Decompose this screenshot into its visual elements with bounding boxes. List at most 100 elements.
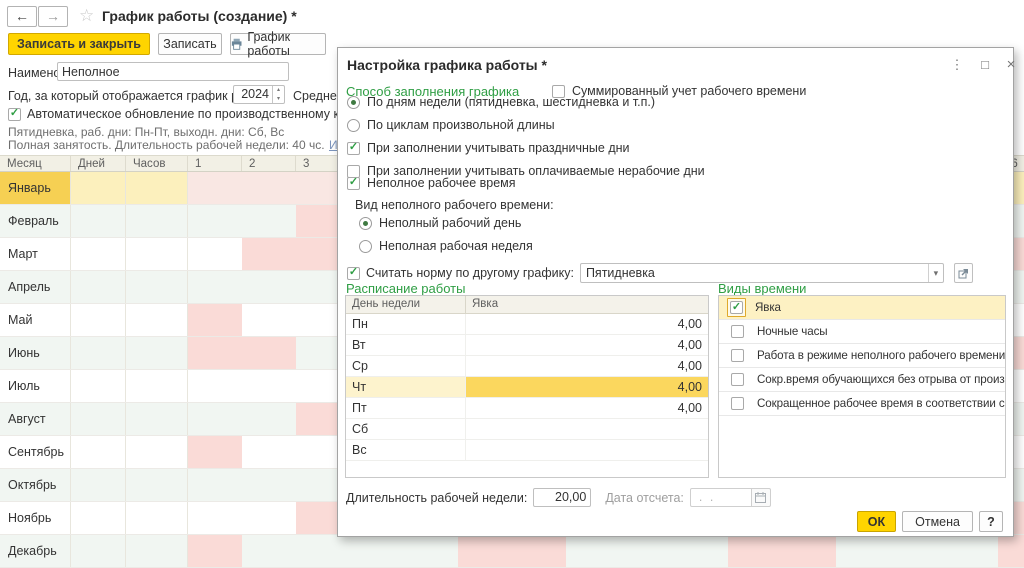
- schedule-day-cell[interactable]: Вт: [346, 335, 466, 355]
- schedule-day-cell[interactable]: Ср: [346, 356, 466, 376]
- name-input[interactable]: [57, 62, 289, 81]
- save-and-close-button[interactable]: Записать и закрыть: [8, 33, 150, 55]
- schedule-day-row[interactable]: Пт4,00: [346, 398, 708, 419]
- calendar-day-cell[interactable]: [242, 271, 296, 303]
- week-length-input[interactable]: 20,00: [533, 488, 591, 507]
- calendar-month-cell[interactable]: Апрель: [0, 271, 71, 303]
- calendar-day-cell[interactable]: [242, 205, 296, 237]
- time-type-row[interactable]: ✓Ночные часы: [719, 320, 1005, 344]
- calendar-month-cell[interactable]: Январь: [0, 172, 71, 204]
- calendar-hours-cell[interactable]: [126, 403, 188, 435]
- schedule-attendance-cell[interactable]: 4,00: [466, 377, 708, 397]
- calendar-hours-cell[interactable]: [126, 238, 188, 270]
- spin-up-icon[interactable]: ▴: [273, 86, 284, 95]
- calendar-days-cell[interactable]: [71, 469, 126, 501]
- calendar-days-cell[interactable]: [71, 304, 126, 336]
- calendar-day-cell[interactable]: [242, 238, 296, 270]
- calendar-hours-cell[interactable]: [126, 502, 188, 534]
- calendar-days-cell[interactable]: [71, 172, 126, 204]
- calendar-day-cell[interactable]: [242, 337, 296, 369]
- time-type-row[interactable]: ✓Сокращенное рабочее время в соответстви…: [719, 392, 1005, 416]
- fill-method-radio-row[interactable]: По циклам произвольной длины: [347, 117, 705, 133]
- time-type-checkbox[interactable]: ✓: [731, 397, 744, 410]
- auto-update-checkbox[interactable]: ✓: [8, 108, 21, 121]
- calendar-day-cell[interactable]: [404, 535, 458, 567]
- calendar-month-cell[interactable]: Октябрь: [0, 469, 71, 501]
- schedule-attendance-cell[interactable]: [466, 419, 708, 439]
- calendar-month-cell[interactable]: Август: [0, 403, 71, 435]
- radio-button[interactable]: [347, 119, 360, 132]
- save-button[interactable]: Записать: [158, 33, 222, 55]
- calendar-days-cell[interactable]: [71, 271, 126, 303]
- calendar-month-cell[interactable]: Февраль: [0, 205, 71, 237]
- calendar-icon[interactable]: [752, 488, 771, 507]
- calendar-day-cell[interactable]: [620, 535, 674, 567]
- schedule-attendance-cell[interactable]: 4,00: [466, 335, 708, 355]
- checkbox[interactable]: ✓: [347, 142, 360, 155]
- calendar-hours-cell[interactable]: [126, 337, 188, 369]
- calendar-month-cell[interactable]: Март: [0, 238, 71, 270]
- schedule-day-cell[interactable]: Вс: [346, 440, 466, 460]
- schedule-day-row[interactable]: Вт4,00: [346, 335, 708, 356]
- calendar-hours-cell[interactable]: [126, 172, 188, 204]
- calendar-day-cell[interactable]: [188, 205, 242, 237]
- fill-method-checkbox-row[interactable]: ✓При заполнении учитывать праздничные дн…: [347, 140, 705, 156]
- calendar-day-cell[interactable]: [296, 535, 350, 567]
- calendar-day-cell[interactable]: [188, 436, 242, 468]
- year-spinner[interactable]: 2024 ▴ ▾: [233, 85, 285, 104]
- chevron-down-icon[interactable]: ▾: [928, 264, 943, 282]
- calendar-hours-cell[interactable]: [126, 304, 188, 336]
- calendar-day-cell[interactable]: [188, 271, 242, 303]
- schedule-day-cell[interactable]: Сб: [346, 419, 466, 439]
- schedule-day-cell[interactable]: Пт: [346, 398, 466, 418]
- calendar-month-row[interactable]: Декабрь: [0, 535, 1024, 568]
- radio-button[interactable]: [359, 217, 372, 230]
- calendar-days-cell[interactable]: [71, 205, 126, 237]
- schedule-day-row[interactable]: Пн4,00: [346, 314, 708, 335]
- calendar-hours-cell[interactable]: [126, 469, 188, 501]
- calendar-day-cell[interactable]: [188, 172, 242, 204]
- calendar-day-cell[interactable]: [458, 535, 512, 567]
- calendar-hours-cell[interactable]: [126, 436, 188, 468]
- calendar-hours-cell[interactable]: [126, 535, 188, 567]
- favorite-star-icon[interactable]: ☆: [79, 6, 94, 26]
- schedule-attendance-cell[interactable]: 4,00: [466, 314, 708, 334]
- schedule-attendance-cell[interactable]: [466, 440, 708, 460]
- calendar-day-cell[interactable]: [944, 535, 998, 567]
- calendar-month-cell[interactable]: Декабрь: [0, 535, 71, 567]
- cancel-button[interactable]: Отмена: [902, 511, 973, 532]
- calendar-month-cell[interactable]: Сентябрь: [0, 436, 71, 468]
- schedule-day-cell[interactable]: Пн: [346, 314, 466, 334]
- part-time-kind-radio-row[interactable]: Неполная рабочая неделя: [359, 238, 973, 254]
- calendar-day-cell[interactable]: [242, 469, 296, 501]
- year-value[interactable]: 2024: [234, 86, 272, 103]
- calendar-day-cell[interactable]: [674, 535, 728, 567]
- schedule-day-row[interactable]: Ср4,00: [346, 356, 708, 377]
- calendar-day-cell[interactable]: [242, 436, 296, 468]
- calendar-days-cell[interactable]: [71, 337, 126, 369]
- calendar-day-cell[interactable]: [242, 370, 296, 402]
- schedule-day-row[interactable]: Чт4,00: [346, 377, 708, 398]
- calendar-month-cell[interactable]: Июль: [0, 370, 71, 402]
- time-type-checkbox[interactable]: ✓: [730, 301, 743, 314]
- dialog-close-icon[interactable]: ×: [1002, 56, 1020, 74]
- calendar-day-cell[interactable]: [728, 535, 782, 567]
- calendar-day-cell[interactable]: [890, 535, 944, 567]
- back-arrow-icon[interactable]: ←: [7, 6, 37, 27]
- calendar-hours-cell[interactable]: [126, 370, 188, 402]
- summary-accounting-checkbox[interactable]: ✓: [552, 85, 565, 98]
- schedule-attendance-cell[interactable]: 4,00: [466, 398, 708, 418]
- calendar-day-cell[interactable]: [188, 370, 242, 402]
- calendar-days-cell[interactable]: [71, 502, 126, 534]
- time-type-checkbox[interactable]: ✓: [731, 349, 744, 362]
- calendar-month-cell[interactable]: Ноябрь: [0, 502, 71, 534]
- time-type-row[interactable]: ✓Сокр.время обучающихся без отрыва от пр…: [719, 368, 1005, 392]
- calendar-day-cell[interactable]: [242, 304, 296, 336]
- open-schedule-button[interactable]: [954, 263, 973, 283]
- calendar-day-cell[interactable]: [998, 535, 1024, 567]
- calendar-day-cell[interactable]: [188, 469, 242, 501]
- calendar-day-cell[interactable]: [566, 535, 620, 567]
- forward-arrow-icon[interactable]: →: [38, 6, 68, 27]
- calendar-day-cell[interactable]: [188, 535, 242, 567]
- spin-down-icon[interactable]: ▾: [273, 95, 284, 104]
